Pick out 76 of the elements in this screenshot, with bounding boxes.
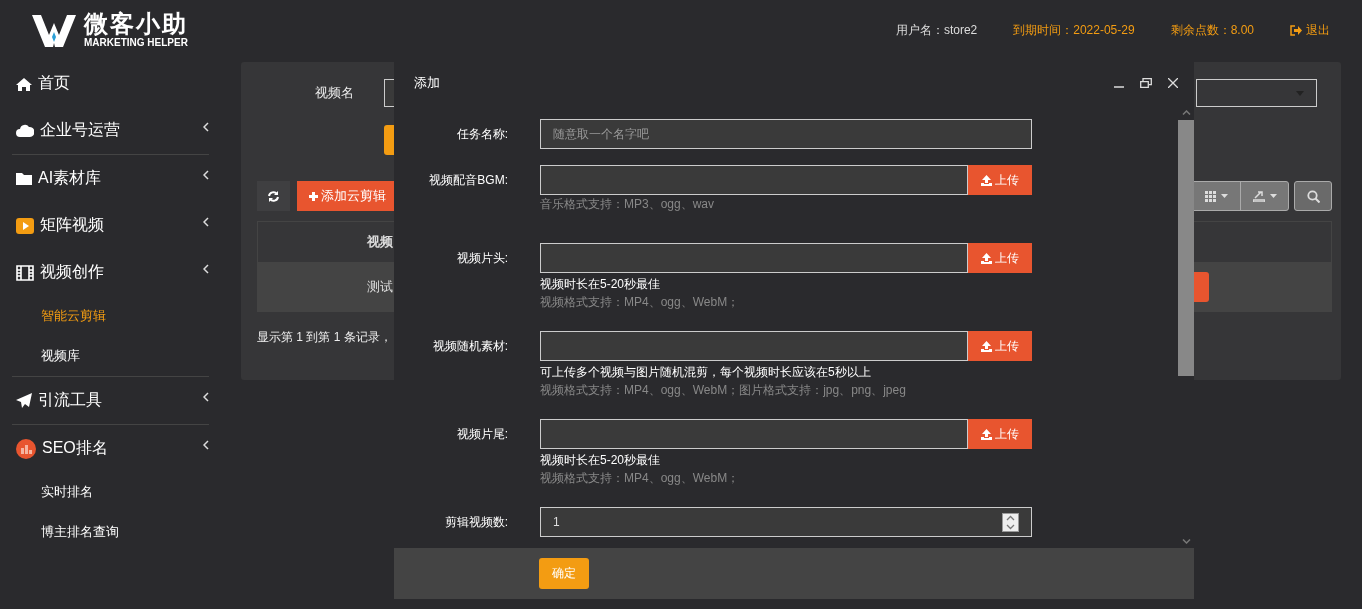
logout-link[interactable]: 退出 — [1290, 21, 1330, 39]
info-text: 视频时长在5-20秒最佳 — [540, 276, 662, 293]
upload-icon — [981, 428, 992, 440]
upload-icon — [981, 174, 992, 186]
close-icon — [1168, 77, 1178, 88]
search-icon — [1306, 189, 1320, 203]
menu-item[interactable]: 引流工具 — [0, 377, 221, 424]
folder-icon — [16, 172, 32, 185]
select-field[interactable] — [1196, 79, 1317, 107]
user-info-text: 剩余点数：8.00 — [1170, 21, 1254, 39]
button-group[interactable] — [1191, 181, 1289, 211]
scrollbar-thumb[interactable] — [1178, 120, 1194, 376]
logo-subtitle: MARKETING HELPER — [84, 37, 188, 49]
menu-item[interactable]: 矩阵视频 — [0, 202, 221, 249]
upload-icon — [981, 340, 992, 352]
submenu-item[interactable]: 实时排名 — [0, 472, 221, 512]
user-info-text: 用户名：store2 — [895, 21, 978, 39]
field-label: 视频配音BGM: — [429, 172, 508, 189]
grid-icon — [1204, 190, 1216, 202]
home-icon — [16, 76, 32, 91]
upload-button[interactable]: 上传 — [968, 331, 1032, 361]
text-input[interactable]: 随意取一个名字吧 — [540, 119, 1032, 149]
refresh-icon — [268, 190, 279, 202]
export-icon — [1252, 190, 1265, 202]
upload-button[interactable]: 上传 — [968, 165, 1032, 195]
plus-icon — [309, 191, 318, 201]
upload-button[interactable]: 上传 — [968, 243, 1032, 273]
upload-icon — [981, 252, 992, 264]
file-path-field[interactable] — [540, 243, 968, 273]
hint-text: 视频格式支持：MP4、ogg、WebM；图片格式支持：jpg、png、jpeg — [540, 382, 907, 399]
refresh-button[interactable] — [257, 181, 290, 211]
file-path-field[interactable] — [540, 165, 968, 195]
field-label: 视频片尾: — [456, 426, 508, 443]
hint-text: 视频格式支持：MP4、ogg、WebM； — [540, 294, 741, 311]
hint-text: 音乐格式支持：MP3、ogg、wav — [540, 196, 716, 213]
menu-item[interactable]: SEO排名 — [0, 425, 221, 472]
maximize-icon — [1140, 77, 1152, 88]
paper-plane-icon — [16, 392, 32, 409]
search-button[interactable] — [1294, 181, 1332, 211]
scroll-up-icon — [1181, 110, 1191, 115]
info-text: 视频时长在5-20秒最佳 — [540, 452, 662, 469]
caret-icon — [1220, 194, 1228, 198]
table-cell: 测试 — [367, 277, 393, 296]
submenu-item[interactable]: 智能云剪辑 — [0, 296, 221, 336]
field-label: 剪辑视频数: — [444, 514, 508, 531]
menu-item[interactable]: 视频创作 — [0, 249, 221, 296]
logout-icon — [1290, 24, 1302, 36]
pagination-info: 显示第 1 到第 1 条记录， — [257, 329, 392, 346]
logo-title: 微客小助 — [84, 11, 188, 37]
play-icon — [16, 217, 34, 234]
film-icon — [16, 264, 34, 281]
logo-icon — [32, 13, 76, 47]
submenu-item[interactable]: 博主排名查询 — [0, 512, 221, 552]
field-label: 视频随机素材: — [432, 338, 508, 355]
submenu-item[interactable]: 视频库 — [0, 336, 221, 376]
field-label: 任务名称: — [456, 126, 508, 143]
menu-item[interactable]: 首页 — [0, 60, 221, 107]
scroll-down-icon — [1181, 539, 1191, 544]
minimize-icon — [1114, 85, 1124, 88]
hint-text: 视频格式支持：MP4、ogg、WebM； — [540, 470, 741, 487]
menu-item[interactable]: 企业号运营 — [0, 107, 221, 154]
caret-icon — [1269, 194, 1277, 198]
chart-icon — [16, 438, 36, 459]
field-label: 视频片头: — [456, 250, 508, 267]
file-path-field[interactable] — [540, 419, 968, 449]
number-input[interactable]: 1 — [540, 507, 1032, 537]
file-path-field[interactable] — [540, 331, 968, 361]
field-label: 视频名 — [314, 84, 354, 102]
dialog-title: 添加 — [414, 73, 440, 92]
column-header: 视频 — [367, 233, 393, 251]
menu-item[interactable]: AI素材库 — [0, 155, 221, 202]
user-info-text: 到期时间：2022-05-29 — [1013, 21, 1135, 39]
upload-button[interactable]: 上传 — [968, 419, 1032, 449]
cloud-icon — [16, 124, 34, 137]
spinner-icon — [1002, 512, 1019, 532]
info-text: 可上传多个视频与图片随机混剪，每个视频时长应该在5秒以上 — [540, 364, 872, 381]
